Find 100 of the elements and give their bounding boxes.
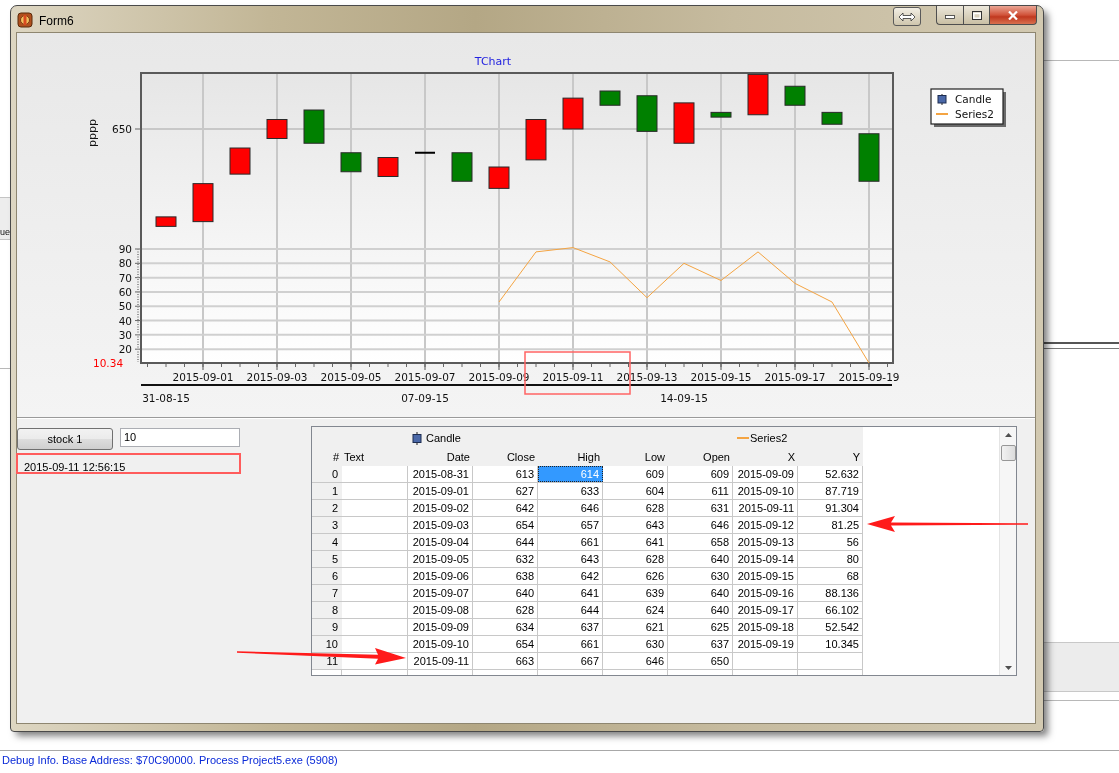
table-cell[interactable]: 650 [668, 653, 733, 669]
minimize-button[interactable] [936, 6, 963, 25]
table-cell[interactable]: 609 [668, 466, 733, 482]
table-cell[interactable]: 621 [603, 619, 668, 635]
column-header: Text [344, 451, 365, 463]
scroll-down-icon[interactable] [1004, 666, 1012, 670]
table-cell[interactable]: 646 [668, 517, 733, 533]
table-cell[interactable]: 632 [473, 551, 538, 567]
table-cell[interactable]: 2015-09-13 [733, 534, 798, 550]
table-cell[interactable]: 2015-09-11 [408, 653, 473, 669]
table-cell[interactable]: 2015-09-17 [733, 602, 798, 618]
table-cell[interactable]: 640 [668, 602, 733, 618]
table-cell[interactable]: 2015-09-12 [733, 517, 798, 533]
table-cell[interactable]: 2015-09-16 [733, 585, 798, 601]
input-field[interactable]: 10 [120, 428, 240, 447]
table-cell[interactable]: 68 [798, 568, 863, 584]
candle [415, 151, 435, 154]
table-cell[interactable]: 643 [603, 517, 668, 533]
table-cell[interactable]: 613 [473, 466, 538, 482]
table-cell[interactable]: 87.719 [798, 483, 863, 499]
table-cell[interactable]: 667 [538, 653, 603, 669]
table-cell[interactable]: 2015-09-08 [408, 602, 473, 618]
table-cell[interactable]: 66.102 [798, 602, 863, 618]
scrollbar-track[interactable] [999, 427, 1016, 675]
table-cell[interactable]: 2015-09-01 [408, 483, 473, 499]
table-cell[interactable]: 640 [473, 585, 538, 601]
table-cell[interactable]: 2015-09-09 [408, 619, 473, 635]
table-cell[interactable]: 631 [668, 500, 733, 516]
table-cell[interactable]: 654 [473, 517, 538, 533]
table-cell[interactable]: 637 [538, 619, 603, 635]
table-cell[interactable]: 661 [538, 534, 603, 550]
axis-label: 2015-09-05 [320, 371, 382, 383]
table-cell[interactable]: 638 [473, 568, 538, 584]
table-cell[interactable]: 10.345 [798, 636, 863, 652]
double-arrow-button[interactable] [893, 7, 921, 26]
table-cell[interactable]: 624 [603, 602, 668, 618]
table-cell[interactable]: 81.25 [798, 517, 863, 533]
table-cell[interactable]: 658 [668, 534, 733, 550]
axis-label: 2015-09-03 [246, 371, 308, 383]
table-cell[interactable]: 642 [538, 568, 603, 584]
stock-button[interactable]: stock 1 [17, 428, 113, 450]
close-button[interactable] [990, 6, 1037, 25]
table-cell[interactable]: 52.632 [798, 466, 863, 482]
maximize-button[interactable] [963, 6, 990, 25]
table-cell[interactable]: 628 [473, 602, 538, 618]
table-cell[interactable]: 2015-09-15 [733, 568, 798, 584]
table-cell[interactable]: 654 [473, 636, 538, 652]
table-cell[interactable]: 2015-09-10 [733, 483, 798, 499]
table-cell[interactable]: 625 [668, 619, 733, 635]
table-cell[interactable]: 2015-09-04 [408, 534, 473, 550]
table-cell[interactable]: 646 [603, 653, 668, 669]
table-cell[interactable]: 640 [668, 585, 733, 601]
row-number: 10 [312, 636, 342, 652]
table-cell[interactable]: 641 [603, 534, 668, 550]
axis-label: 07-09-15 [401, 392, 449, 404]
table-cell[interactable]: 604 [603, 483, 668, 499]
table-cell[interactable]: 2015-09-18 [733, 619, 798, 635]
table-cell[interactable]: 637 [668, 636, 733, 652]
candle [710, 111, 732, 118]
table-cell[interactable]: 627 [473, 483, 538, 499]
table-cell[interactable]: 634 [473, 619, 538, 635]
table-cell[interactable]: 644 [473, 534, 538, 550]
table-cell[interactable]: 661 [538, 636, 603, 652]
table-cell[interactable]: 2015-09-10 [408, 636, 473, 652]
table-cell[interactable]: 52.542 [798, 619, 863, 635]
table-cell[interactable]: 663 [473, 653, 538, 669]
table-cell[interactable]: 640 [668, 551, 733, 567]
table-cell[interactable]: 633 [538, 483, 603, 499]
table-cell[interactable]: 56 [798, 534, 863, 550]
table-cell[interactable]: 91.304 [798, 500, 863, 516]
table-cell[interactable]: 2015-09-11 [733, 500, 798, 516]
table-cell[interactable]: 2015-09-19 [733, 636, 798, 652]
table-cell[interactable]: 628 [603, 500, 668, 516]
table-cell[interactable]: 641 [538, 585, 603, 601]
table-cell[interactable]: 657 [538, 517, 603, 533]
table-cell[interactable]: 80 [798, 551, 863, 567]
table-cell[interactable]: 643 [538, 551, 603, 567]
table-cell[interactable]: 642 [473, 500, 538, 516]
series-label: Candle [426, 431, 461, 445]
table-cell[interactable]: 2015-09-03 [408, 517, 473, 533]
table-cell[interactable]: 639 [603, 585, 668, 601]
table-cell[interactable]: 609 [603, 466, 668, 482]
table-cell[interactable]: 88.136 [798, 585, 863, 601]
table-cell[interactable]: 2015-09-05 [408, 551, 473, 567]
table-cell[interactable]: 2015-09-07 [408, 585, 473, 601]
table-cell[interactable]: 628 [603, 551, 668, 567]
table-cell[interactable]: 611 [668, 483, 733, 499]
table-cell[interactable]: 646 [538, 500, 603, 516]
table-cell[interactable]: 2015-09-09 [733, 466, 798, 482]
table-cell[interactable]: 626 [603, 568, 668, 584]
table-cell[interactable]: 630 [603, 636, 668, 652]
scroll-up-icon[interactable] [1004, 433, 1012, 437]
table-cell[interactable]: 2015-09-06 [408, 568, 473, 584]
candle [155, 216, 177, 227]
table-cell[interactable]: 2015-09-14 [733, 551, 798, 567]
table-cell[interactable]: 2015-08-31 [408, 466, 473, 482]
table-cell[interactable]: 2015-09-02 [408, 500, 473, 516]
table-cell[interactable]: 630 [668, 568, 733, 584]
table-cell[interactable]: 644 [538, 602, 603, 618]
scrollbar-thumb[interactable] [1000, 445, 1016, 461]
